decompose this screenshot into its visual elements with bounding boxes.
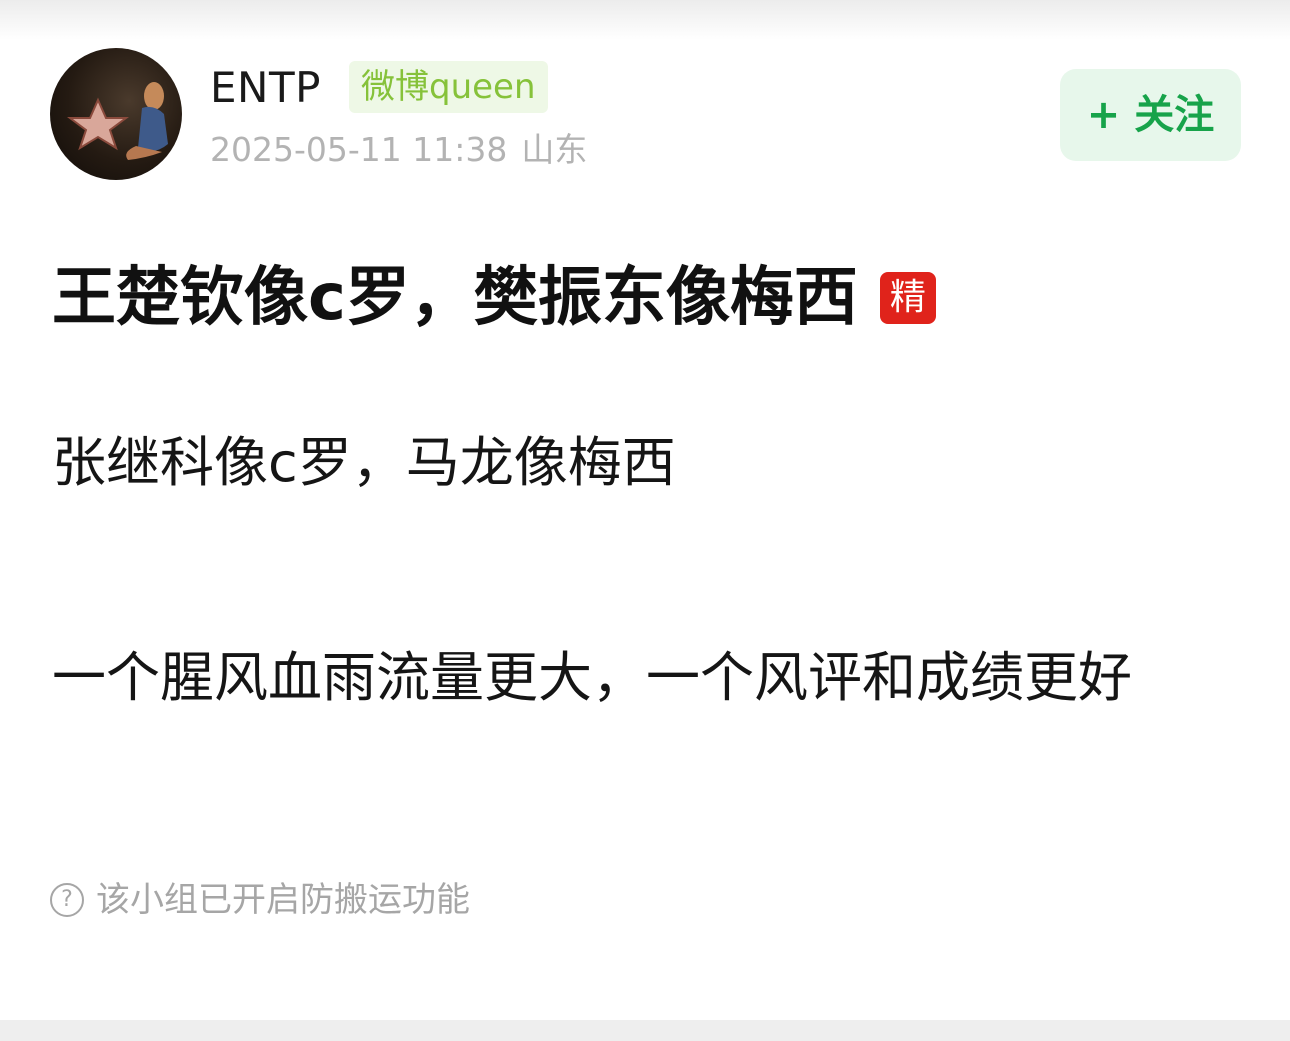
post-location: 山东 <box>521 130 588 169</box>
anti-repost-notice: ? 该小组已开启防搬运功能 <box>50 878 470 922</box>
post-meta: 2025-05-11 11:38 山东 <box>210 128 587 172</box>
post-title-row: 王楚钦像c罗，樊振东像梅西 精 <box>52 258 936 338</box>
post-title: 王楚钦像c罗，樊振东像梅西 <box>52 261 858 335</box>
post-paragraph-1: 张继科像c罗，马龙像梅西 <box>52 431 676 494</box>
group-badge[interactable]: 微博queen <box>349 61 548 113</box>
avatar[interactable] <box>50 48 182 180</box>
avatar-star-shape <box>67 97 129 151</box>
bottom-bar <box>0 1020 1290 1041</box>
post-paragraph-2: 一个腥风血雨流量更大，一个风评和成绩更好 <box>52 646 1132 709</box>
follow-button[interactable]: + 关注 <box>1060 69 1241 161</box>
featured-badge: 精 <box>879 272 936 324</box>
avatar-figure-head <box>144 82 164 110</box>
avatar-image <box>67 82 168 160</box>
avatar-figure-body <box>138 106 168 152</box>
author-name[interactable]: ENTP <box>210 62 321 114</box>
anti-repost-notice-text: 该小组已开启防搬运功能 <box>96 880 470 920</box>
question-icon[interactable]: ? <box>50 883 84 917</box>
top-shade <box>0 0 1290 40</box>
post-timestamp: 2025-05-11 11:38 <box>210 130 508 169</box>
